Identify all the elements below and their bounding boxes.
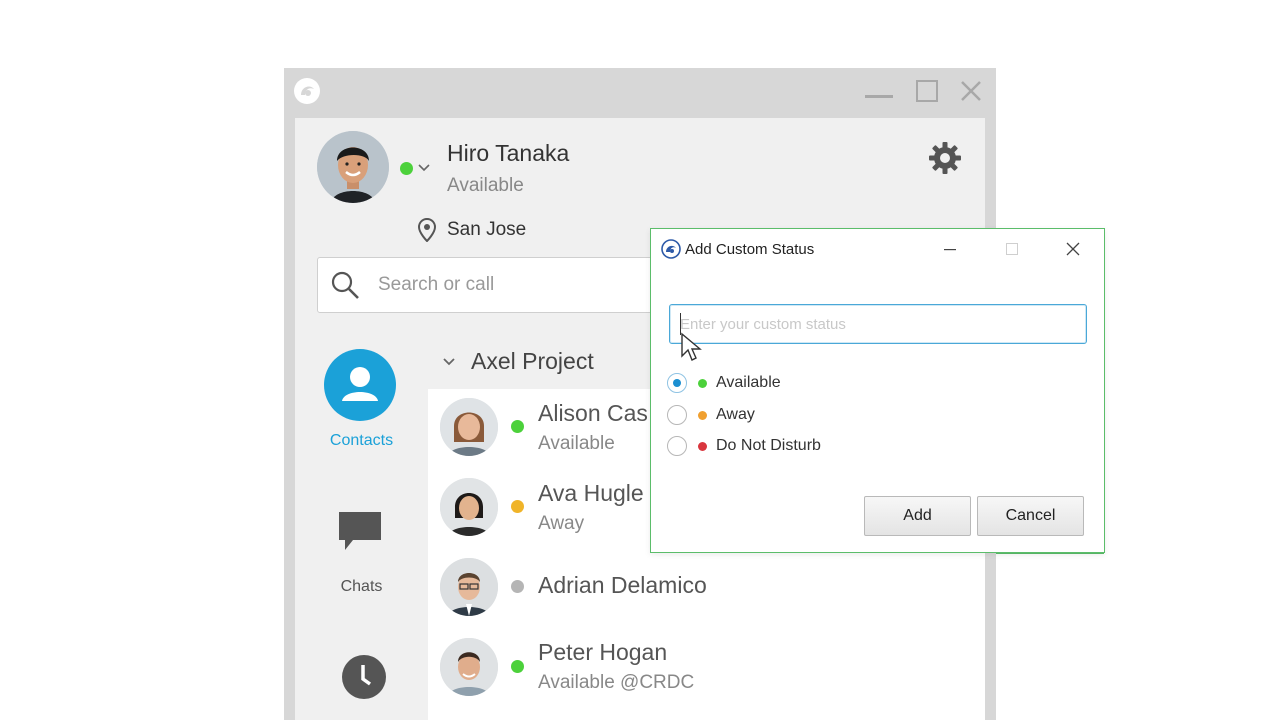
presence-indicator bbox=[511, 500, 524, 513]
contact-name: Adrian Delamico bbox=[538, 572, 707, 598]
contact-name: Ava Hugle bbox=[538, 480, 644, 506]
add-button[interactable]: Add bbox=[864, 496, 971, 536]
option-label: Do Not Disturb bbox=[716, 437, 821, 454]
user-name: Hiro Tanaka bbox=[447, 140, 570, 166]
radio-away[interactable] bbox=[667, 405, 687, 425]
option-label: Away bbox=[716, 406, 755, 423]
contact-photo bbox=[440, 478, 498, 536]
status-option-available[interactable]: Available bbox=[667, 372, 887, 396]
status-option-dnd[interactable]: Do Not Disturb bbox=[667, 435, 887, 459]
minimize-icon bbox=[944, 249, 956, 251]
nav-chats-label[interactable]: Chats bbox=[295, 578, 428, 596]
presence-indicator bbox=[511, 660, 524, 673]
avatar[interactable] bbox=[317, 131, 389, 203]
presence-indicator bbox=[511, 580, 524, 593]
close-icon bbox=[1066, 242, 1080, 256]
contact-name: Alison Cas bbox=[538, 400, 648, 426]
chevron-down-icon[interactable] bbox=[417, 161, 431, 175]
maximize-button[interactable] bbox=[910, 76, 944, 106]
cancel-button[interactable]: Cancel bbox=[977, 496, 1084, 536]
contact-photo bbox=[440, 558, 498, 616]
option-label: Available bbox=[716, 374, 781, 391]
chat-bubble-icon[interactable] bbox=[337, 510, 383, 552]
search-icon bbox=[331, 271, 359, 299]
gear-icon[interactable] bbox=[927, 140, 963, 176]
user-photo bbox=[317, 131, 389, 203]
close-icon bbox=[961, 81, 981, 101]
presence-dot bbox=[698, 411, 707, 420]
contact-photo bbox=[440, 398, 498, 456]
sidebar: Contacts Chats bbox=[295, 336, 428, 720]
radio-do-not-disturb[interactable] bbox=[667, 436, 687, 456]
location-text: San Jose bbox=[447, 219, 527, 240]
contact-status: Away bbox=[538, 513, 585, 534]
search-placeholder: Search or call bbox=[378, 274, 495, 295]
nav-contacts-label[interactable]: Contacts bbox=[295, 432, 428, 450]
contact-status: Available bbox=[538, 433, 615, 454]
avatar bbox=[440, 478, 498, 536]
contact-name: Peter Hogan bbox=[538, 639, 668, 665]
maximize-icon bbox=[916, 80, 938, 102]
custom-status-input[interactable] bbox=[669, 304, 1087, 344]
dialog-maximize-button[interactable] bbox=[995, 235, 1029, 263]
status-option-away[interactable]: Away bbox=[667, 404, 887, 428]
list-item[interactable]: Peter Hogan Available @CRDC bbox=[428, 629, 985, 705]
user-status-text: Available bbox=[447, 175, 524, 196]
dialog-close-button[interactable] bbox=[1056, 235, 1090, 263]
minimize-icon bbox=[865, 95, 893, 98]
close-button[interactable] bbox=[954, 76, 988, 106]
clock-icon[interactable] bbox=[341, 654, 387, 700]
nav-contacts-button[interactable] bbox=[324, 349, 396, 421]
avatar bbox=[440, 398, 498, 456]
title-bar[interactable] bbox=[284, 68, 996, 118]
presence-indicator bbox=[400, 162, 413, 175]
person-icon bbox=[342, 367, 378, 401]
dialog-minimize-button[interactable] bbox=[933, 235, 967, 263]
contact-status: Available @CRDC bbox=[538, 672, 695, 693]
maximize-icon bbox=[1006, 243, 1018, 255]
mouse-pointer-icon bbox=[681, 332, 702, 361]
chevron-down-icon bbox=[443, 358, 455, 366]
presence-indicator bbox=[511, 420, 524, 433]
group-name: Axel Project bbox=[471, 348, 594, 374]
location-pin-icon bbox=[418, 218, 436, 242]
presence-dot bbox=[698, 442, 707, 451]
avatar bbox=[440, 558, 498, 616]
app-logo-icon bbox=[294, 78, 320, 104]
minimize-button[interactable] bbox=[862, 76, 896, 106]
dialog-title: Add Custom Status bbox=[685, 241, 815, 258]
app-logo-icon bbox=[661, 239, 681, 259]
avatar bbox=[440, 638, 498, 696]
presence-dot bbox=[698, 379, 707, 388]
radio-available[interactable] bbox=[667, 373, 687, 393]
contact-photo bbox=[440, 638, 498, 696]
list-item[interactable]: Adrian Delamico bbox=[428, 549, 985, 625]
add-custom-status-dialog: Add Custom Status Available Away Do Not … bbox=[650, 228, 1105, 553]
